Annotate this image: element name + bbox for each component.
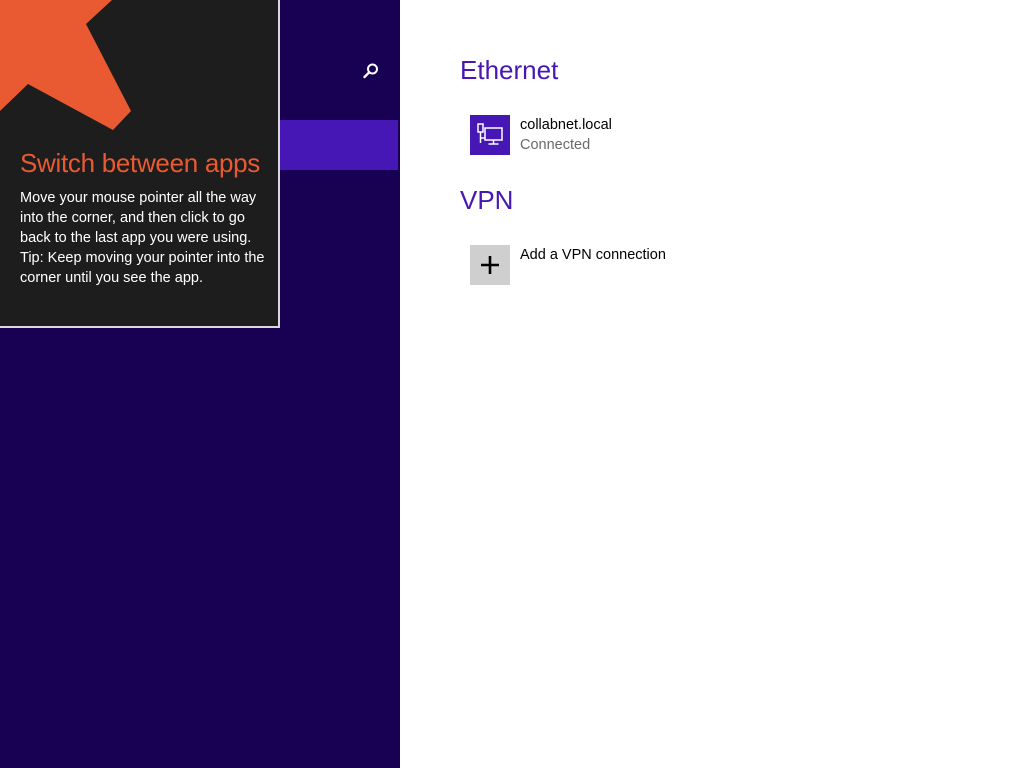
tip-body-text: Move your mouse pointer all the way into…: [20, 190, 257, 246]
tip-popup: Switch between apps Move your mouse poin…: [0, 0, 280, 328]
ethernet-tile: [470, 115, 510, 155]
ethernet-network-name: collabnet.local: [520, 117, 612, 133]
network-settings-screen: Switch between apps Move your mouse poin…: [0, 0, 1024, 768]
search-icon: [363, 63, 378, 79]
search-button[interactable]: [355, 55, 387, 87]
network-monitor-icon: [477, 123, 503, 145]
add-vpn-label: Add a VPN connection: [520, 247, 666, 263]
tip-title: Switch between apps: [20, 148, 261, 178]
add-vpn-text: Add a VPN connection: [520, 246, 666, 265]
plus-icon: [481, 256, 499, 274]
ethernet-status: Connected: [520, 137, 591, 153]
vpn-heading: VPN: [460, 185, 514, 215]
tip-body: Move your mouse pointer all the way into…: [20, 188, 265, 288]
tip-body-hint: Tip: Keep moving your pointer into the c…: [20, 250, 265, 286]
ethernet-connection-text: collabnet.local Connected: [520, 116, 612, 155]
corner-arrow-icon: [0, 0, 131, 130]
ethernet-heading: Ethernet: [460, 55, 559, 85]
ethernet-connection-item[interactable]: [465, 111, 765, 159]
add-vpn-tile: [470, 245, 510, 285]
